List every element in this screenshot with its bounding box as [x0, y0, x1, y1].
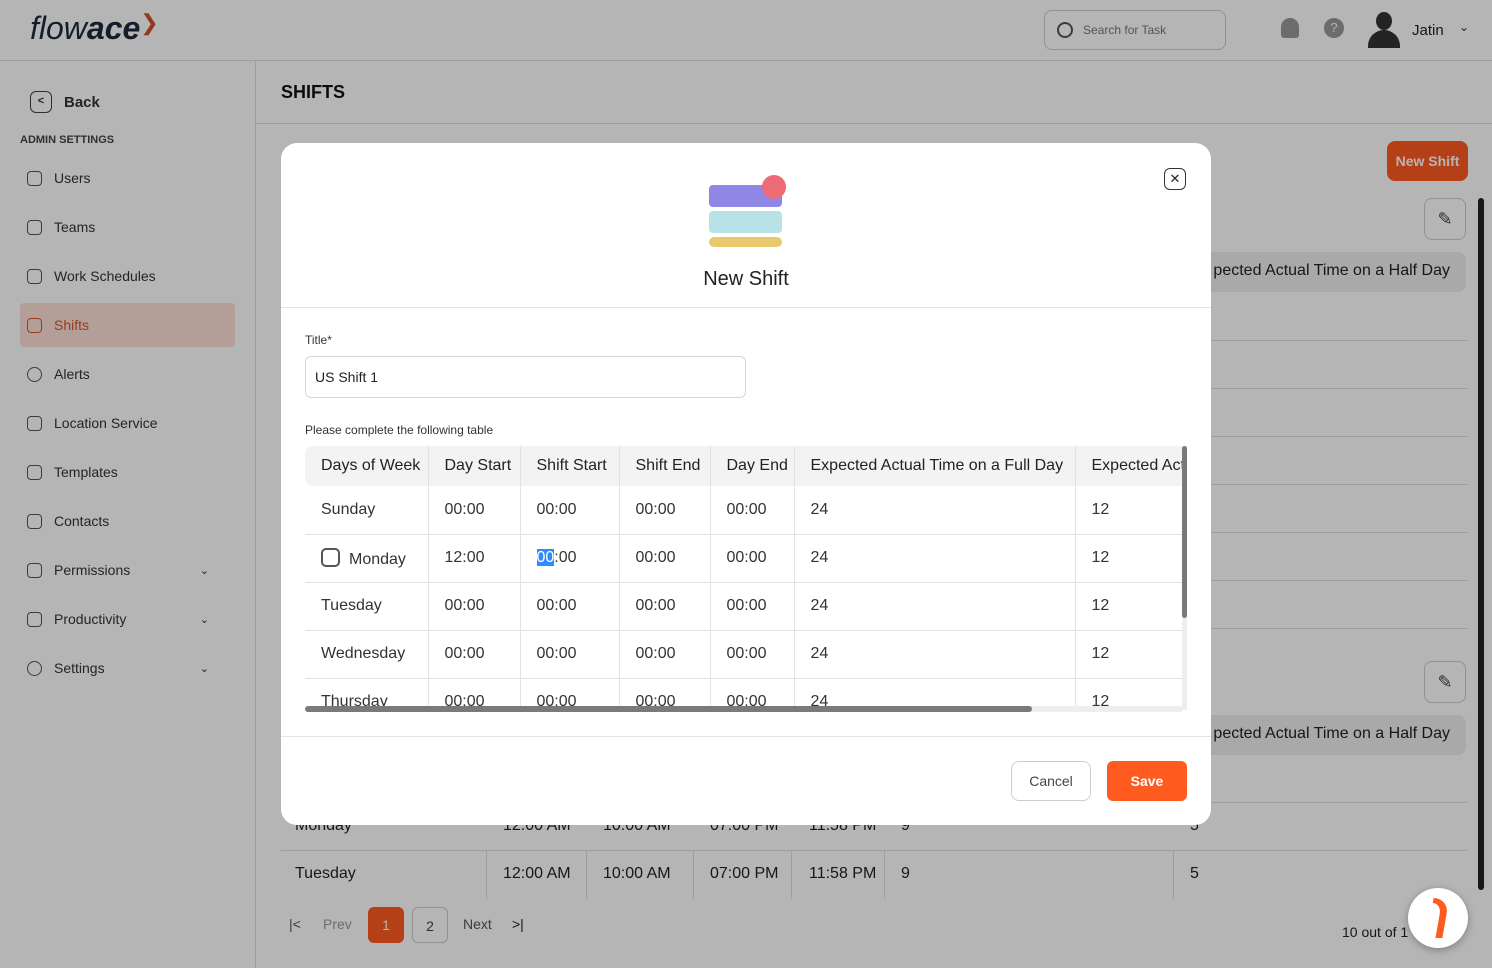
divider — [281, 307, 1211, 308]
save-button[interactable]: Save — [1107, 761, 1187, 801]
title-label: Title* — [305, 333, 332, 347]
full-day-input[interactable]: 24 — [794, 582, 1076, 631]
vertical-scrollbar[interactable] — [1182, 446, 1187, 710]
shift-start-input[interactable]: 00:00 — [520, 630, 620, 679]
shift-start-input[interactable]: 00:00 — [520, 534, 620, 583]
full-day-input[interactable]: 24 — [794, 486, 1076, 535]
day-cell: Wednesday — [305, 630, 429, 679]
table-row: Monday 12:00 00:00 00:00 00:00 24 12 — [305, 534, 1183, 583]
divider — [281, 736, 1211, 737]
selected-hours: 00 — [536, 549, 555, 566]
shift-end-input[interactable]: 00:00 — [619, 582, 711, 631]
shift-illustration-icon — [709, 175, 789, 249]
table-instructions: Please complete the following table — [305, 423, 494, 437]
full-day-input[interactable]: 24 — [794, 630, 1076, 679]
cancel-button[interactable]: Cancel — [1011, 761, 1091, 801]
day-end-input[interactable]: 00:00 — [710, 630, 795, 679]
day-checkbox[interactable] — [321, 547, 340, 567]
day-label: Monday — [349, 550, 406, 568]
minutes: :00 — [554, 549, 577, 566]
shift-end-input[interactable]: 00:00 — [619, 630, 711, 679]
day-cell: Sunday — [305, 486, 429, 535]
table-row: Wednesday 00:00 00:00 00:00 00:00 24 12 — [305, 630, 1183, 679]
shift-start-input[interactable]: 00:00 — [520, 486, 620, 535]
scroll-thumb[interactable] — [1182, 446, 1187, 618]
day-start-input[interactable]: 00:00 — [428, 582, 521, 631]
table-header: Days of Week Day Start Shift Start Shift… — [305, 446, 1183, 486]
day-cell: Tuesday — [305, 582, 429, 631]
col-shift-start: Shift Start — [520, 446, 620, 486]
day-start-input[interactable]: 12:00 — [428, 534, 521, 583]
half-day-input[interactable]: 12 — [1075, 630, 1183, 679]
half-day-input[interactable]: 12 — [1075, 582, 1183, 631]
day-start-input[interactable]: 00:00 — [428, 486, 521, 535]
col-day-end: Day End — [710, 446, 795, 486]
col-full-day: Expected Actual Time on a Full Day — [794, 446, 1076, 486]
shift-end-input[interactable]: 00:00 — [619, 486, 711, 535]
col-half-day: Expected Actual Time on a Half Day — [1075, 446, 1183, 486]
horizontal-scrollbar[interactable] — [305, 706, 1183, 712]
shift-table: Days of Week Day Start Shift Start Shift… — [305, 446, 1183, 710]
scroll-thumb[interactable] — [305, 706, 1032, 712]
title-input[interactable] — [305, 356, 746, 398]
col-days-of-week: Days of Week — [305, 446, 429, 486]
col-day-start: Day Start — [428, 446, 521, 486]
flowace-icon — [1426, 898, 1450, 938]
shift-start-input[interactable]: 00:00 — [520, 582, 620, 631]
half-day-input[interactable]: 12 — [1075, 534, 1183, 583]
day-end-input[interactable]: 00:00 — [710, 582, 795, 631]
table-row: Sunday 00:00 00:00 00:00 00:00 24 12 — [305, 486, 1183, 535]
day-start-input[interactable]: 00:00 — [428, 630, 521, 679]
day-end-input[interactable]: 00:00 — [710, 486, 795, 535]
full-day-input[interactable]: 24 — [794, 534, 1076, 583]
table-row: Tuesday 00:00 00:00 00:00 00:00 24 12 — [305, 582, 1183, 631]
half-day-input[interactable]: 12 — [1075, 486, 1183, 535]
flowace-chat-button[interactable] — [1408, 888, 1468, 948]
day-end-input[interactable]: 00:00 — [710, 534, 795, 583]
modal-title: New Shift — [703, 268, 789, 290]
new-shift-modal: ✕ New Shift Title* Please complete the f… — [281, 143, 1211, 825]
day-cell: Monday — [305, 534, 429, 583]
col-shift-end: Shift End — [619, 446, 711, 486]
shift-end-input[interactable]: 00:00 — [619, 534, 711, 583]
close-icon[interactable]: ✕ — [1164, 168, 1186, 190]
